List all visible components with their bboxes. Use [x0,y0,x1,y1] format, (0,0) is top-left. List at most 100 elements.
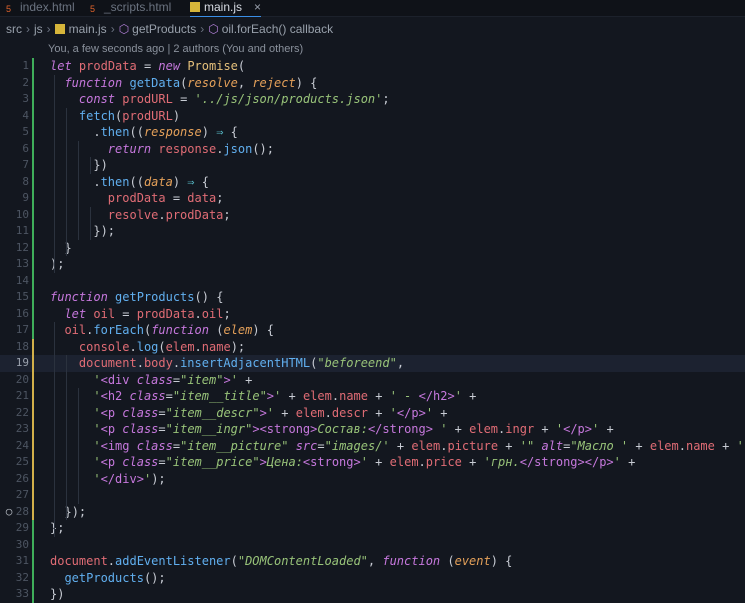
code-line[interactable]: 3 const prodURL = '../js/json/products.j… [0,91,745,108]
code-token: ); [71,504,87,519]
code-line[interactable]: 24 '<img class="item__picture" src="imag… [0,437,745,454]
code-token: <strong> [302,455,361,469]
code-token: ' [93,438,101,453]
code-line[interactable]: 2 function getData(resolve, reject) { [0,74,745,91]
git-change-indicator[interactable] [32,74,34,91]
git-change-indicator[interactable] [32,206,34,223]
code-token: then [100,174,130,189]
git-change-indicator[interactable] [32,503,34,520]
code-token: body [143,356,173,370]
git-change-indicator[interactable] [32,388,34,405]
code-line[interactable]: 27 [0,487,745,504]
code-line[interactable]: 4 fetch(prodURL) [0,107,745,124]
tab-index-html[interactable]: 5 index.html [6,0,75,16]
code-line[interactable]: 22 '<p class="item__descr">' + elem.desc… [0,404,745,421]
code-token: ' [555,422,564,436]
code-token: forEach [93,323,144,337]
code-token: . [50,174,101,189]
code-token: function [382,554,441,568]
git-change-indicator[interactable] [32,322,34,339]
line-number: 16 [15,306,29,320]
git-change-indicator[interactable] [32,223,34,240]
git-change-indicator[interactable] [32,239,34,256]
git-change-indicator[interactable] [32,140,34,157]
git-change-indicator[interactable] [32,190,34,207]
code-line[interactable]: 6 return response.json(); [0,140,745,157]
code-line[interactable]: 1 let prodData = new Promise( [0,58,745,75]
breadcrumb-item-function[interactable]: getProducts [132,22,196,36]
code-line[interactable]: 18 console.log(elem.name); [0,338,745,355]
git-blame-codelens[interactable]: You, a few seconds ago | 2 authors (You … [48,41,303,57]
code-editor[interactable]: 1 let prodData = new Promise(2 function g… [0,58,745,603]
code-line[interactable]: 23 '<p class="item__ingr"><strong>Состав… [0,421,745,438]
git-change-indicator[interactable] [32,173,34,190]
git-change-indicator[interactable] [32,355,34,372]
git-change-indicator[interactable] [32,404,34,421]
code-line[interactable]: 12 } [0,239,745,256]
git-change-indicator[interactable] [32,338,34,355]
git-change-indicator[interactable] [32,470,34,487]
code-line[interactable]: 13); [0,256,745,273]
git-change-indicator[interactable] [32,421,34,438]
git-change-indicator[interactable] [32,371,34,388]
code-line[interactable]: 8 .then((data) ⇒ { [0,173,745,190]
code-line[interactable]: 5 .then((response) ⇒ { [0,124,745,141]
git-change-indicator[interactable] [32,437,34,454]
close-tab-icon[interactable]: × [254,0,261,14]
code-line[interactable]: 19 document.body.insertAdjacentHTML("bef… [0,355,745,372]
code-line[interactable]: 33}) [0,586,745,603]
breadcrumb-item-js[interactable]: js [34,22,43,36]
git-change-indicator[interactable] [32,520,34,537]
chevron-right-icon: › [26,22,30,36]
git-change-indicator[interactable] [32,289,34,306]
code-line[interactable]: 32 getProducts(); [0,569,745,586]
code-text: let prodData = new Promise( [50,58,245,75]
line-number: 18 [15,339,29,353]
git-change-indicator[interactable] [32,487,34,504]
code-line[interactable]: 16 let oil = prodData.oil; [0,305,745,322]
code-line[interactable]: 14 [0,272,745,289]
breadcrumb-item-file[interactable]: main.js [69,22,107,36]
git-change-indicator[interactable] [32,107,34,124]
code-line[interactable]: 9 prodData = data; [0,190,745,207]
code-text: }); [50,223,115,240]
git-change-indicator[interactable] [32,586,34,603]
code-line[interactable]: 31 document.addEventListener("DOMContentL… [0,553,745,570]
code-line[interactable]: 10 resolve.prodData; [0,206,745,223]
code-line[interactable]: 25 '<p class="item__price">Цена:<strong>… [0,454,745,471]
code-line[interactable]: 21 '<h2 class="item__title">' + elem.nam… [0,388,745,405]
git-change-indicator[interactable] [32,553,34,570]
code-line[interactable]: 26 '</div>'); [0,470,745,487]
git-change-indicator[interactable] [32,305,34,322]
git-change-indicator[interactable] [32,272,34,289]
git-change-indicator[interactable] [32,91,34,108]
git-change-indicator[interactable] [32,58,34,75]
code-line[interactable]: 15 function getProducts() { [0,289,745,306]
code-token: class [136,372,173,387]
git-change-indicator[interactable] [32,536,34,553]
code-line[interactable]: 11 }); [0,223,745,240]
breadcrumb-item-src[interactable]: src [6,22,22,36]
code-line[interactable]: ○ 28 }); [0,503,745,520]
git-change-indicator[interactable] [32,256,34,273]
git-change-indicator[interactable] [32,124,34,141]
code-line[interactable]: 30 [0,536,745,553]
code-line[interactable]: 29}; [0,520,745,537]
code-line[interactable]: 20 '<div class="item">' + [0,371,745,388]
tab-scripts-html[interactable]: 5 _scripts.html [90,0,171,16]
git-change-indicator[interactable] [32,454,34,471]
code-token: </div> [100,471,144,486]
git-change-indicator[interactable] [32,157,34,174]
code-line[interactable]: 17 oil.forEach(function (elem) { [0,322,745,339]
breadcrumb-item-callback[interactable]: oil.forEach() callback [222,22,333,36]
method-cube-icon: ⬡ [118,22,130,36]
code-line[interactable]: 7 }) [0,157,745,174]
code-token: "item__price" [165,455,260,469]
code-token: ; [223,306,231,321]
code-token: ) [172,174,188,189]
code-token: { [266,323,275,337]
tab-main-js[interactable]: main.js × [190,0,262,17]
git-change-indicator[interactable] [32,569,34,586]
code-token: getProducts [64,570,144,585]
